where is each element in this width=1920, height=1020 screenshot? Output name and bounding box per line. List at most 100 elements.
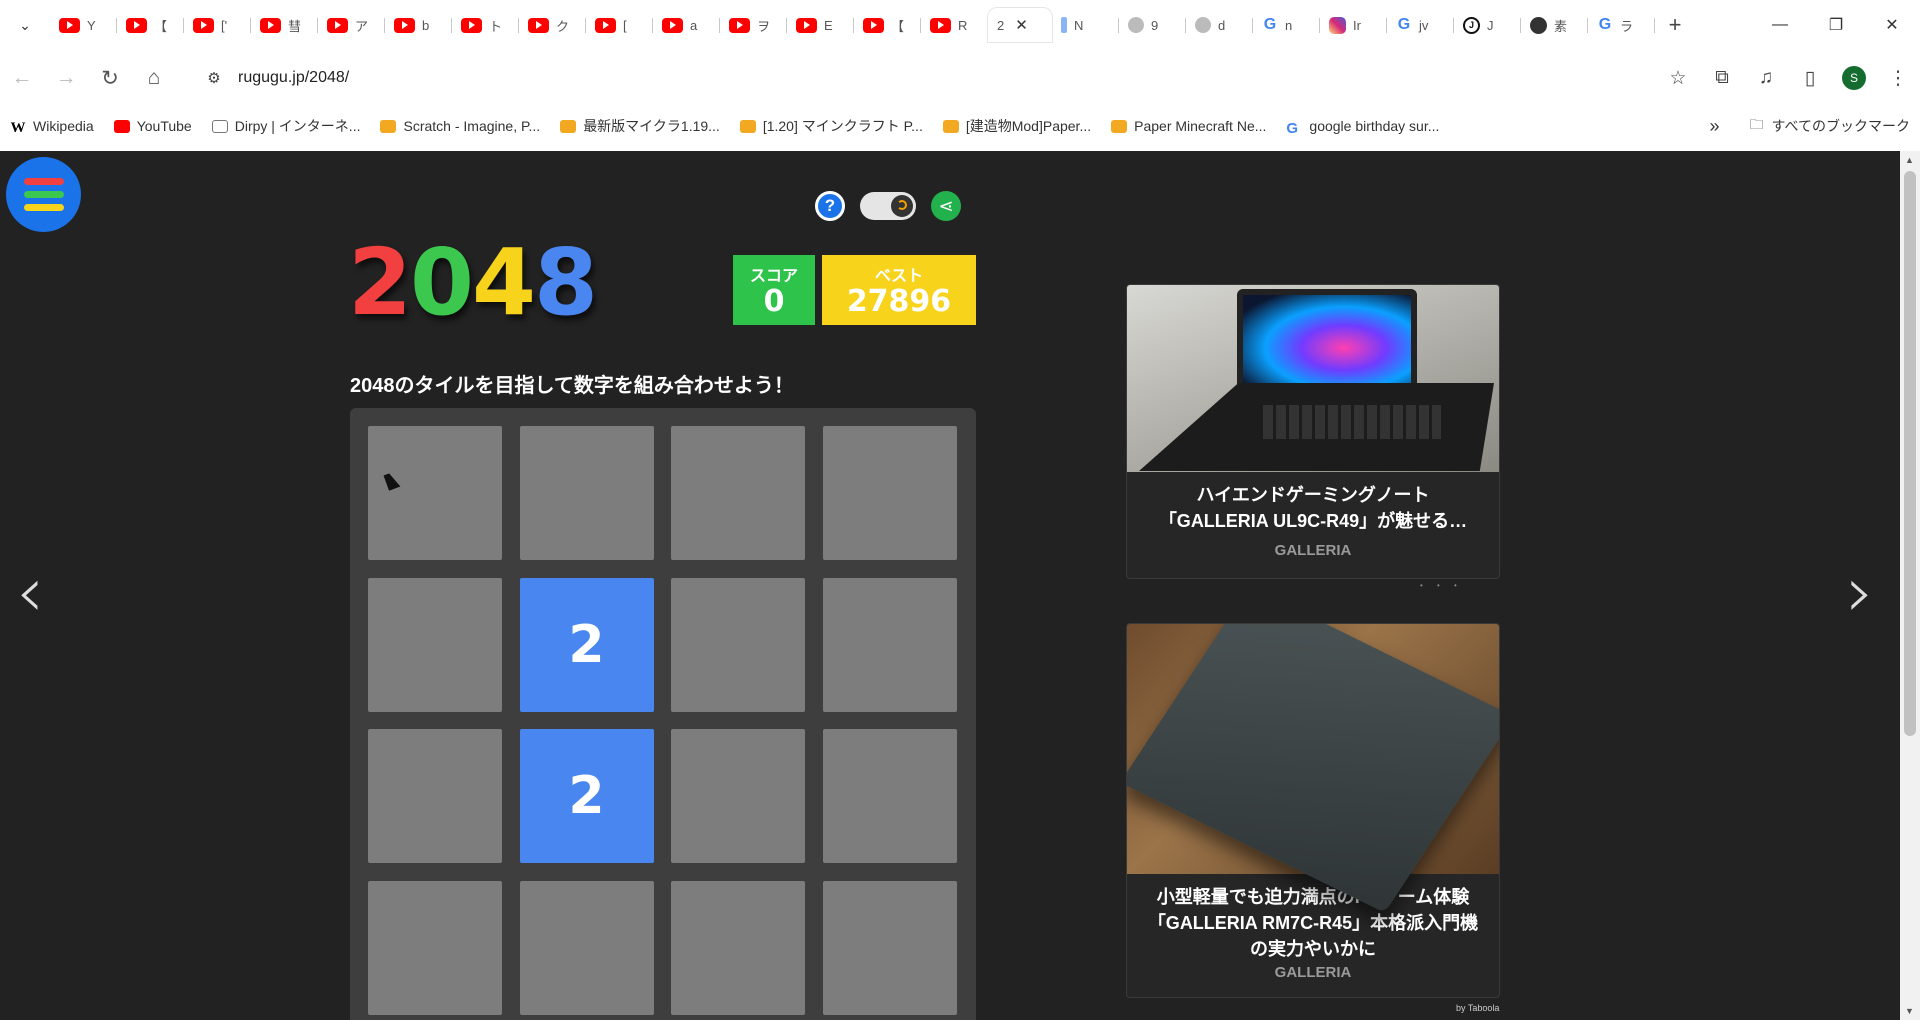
browser-tab[interactable]: d <box>1186 8 1253 42</box>
forward-icon[interactable]: → <box>44 58 88 98</box>
extensions-icon[interactable]: ⧉ <box>1700 67 1744 89</box>
close-tab-icon[interactable]: ✕ <box>1015 16 1028 34</box>
bookmark-item[interactable]: [建造物Mod]Paper... <box>933 116 1101 136</box>
empty-cell <box>368 577 502 712</box>
tile-2: 2 <box>519 729 654 863</box>
browser-tab[interactable]: [' <box>184 8 251 42</box>
bookmark-item[interactable]: [1.20] マインクラフト P... <box>730 116 933 136</box>
youtube-icon <box>729 17 750 33</box>
ad-dots: • • • <box>1420 581 1463 590</box>
bookmark-label: [1.20] マインクラフト P... <box>762 118 923 134</box>
close-window-icon[interactable]: ✕ <box>1864 0 1920 50</box>
side-panel-icon[interactable]: ▯ <box>1788 67 1832 90</box>
logo-digit: 8 <box>534 229 598 336</box>
browser-tab[interactable]: 【 <box>117 8 184 42</box>
youtube-icon <box>260 17 281 33</box>
new-tab-button[interactable]: + <box>1655 8 1695 42</box>
share-icon[interactable]: ⋖ <box>931 191 961 221</box>
scrollbar-thumb[interactable] <box>1904 171 1916 736</box>
laptop-screen <box>1237 289 1417 389</box>
bookmarks-more-button[interactable]: » <box>1710 116 1720 137</box>
browser-tab[interactable]: 彗 <box>251 8 318 42</box>
avatar[interactable]: S <box>1842 66 1866 90</box>
menu-dots-icon[interactable]: ⋮ <box>1876 67 1920 90</box>
scroll-down-icon[interactable]: ▼ <box>1905 1006 1914 1016</box>
youtube-icon <box>126 17 147 33</box>
youtube-icon <box>327 17 348 33</box>
browser-tab[interactable]: 9 <box>1119 8 1186 42</box>
reload-icon[interactable]: ↻ <box>88 58 132 98</box>
bookmark-item[interactable]: W Wikipedia <box>0 118 104 134</box>
bookmark-item[interactable]: Scratch - Imagine, P... <box>370 118 550 134</box>
taboola-attribution[interactable]: by Taboola <box>1456 1003 1499 1013</box>
next-arrow[interactable]: › <box>1846 551 1874 633</box>
scroll-up-icon[interactable]: ▲ <box>1905 155 1914 165</box>
media-icon[interactable]: ♫ <box>1744 67 1788 89</box>
bookmark-item[interactable]: Ggoogle birthday sur... <box>1276 118 1449 134</box>
menu-bar-green <box>23 191 64 198</box>
bookmark-favicon-icon <box>211 119 228 133</box>
browser-tab[interactable]: JJ <box>1454 8 1521 42</box>
home-icon[interactable]: ⌂ <box>132 58 176 98</box>
browser-tab[interactable]: E <box>787 8 854 42</box>
best-value: 27896 <box>846 284 952 320</box>
browser-tab[interactable]: Gラ <box>1588 8 1655 42</box>
menu-button[interactable] <box>6 157 81 232</box>
bookmark-item[interactable]: YouTube <box>104 118 202 134</box>
tab-title: Y <box>87 17 96 33</box>
browser-tab[interactable]: Y <box>50 8 117 42</box>
tab-title: 彗 <box>288 18 302 34</box>
bookmark-star-icon[interactable]: ☆ <box>1656 67 1700 90</box>
browser-tab[interactable]: R <box>921 8 988 42</box>
browser-tab[interactable]: Ir <box>1320 8 1387 42</box>
prev-arrow[interactable]: ‹ <box>16 551 44 633</box>
bookmark-favicon-icon: W <box>10 119 26 135</box>
blue-tab-icon <box>1061 17 1067 33</box>
dark-mode-toggle[interactable] <box>860 192 916 220</box>
url-text[interactable]: rugugu.jp/2048/ <box>238 69 349 87</box>
browser-tab[interactable]: Gjv <box>1387 8 1454 42</box>
scrollbar[interactable]: ▲ ▼ <box>1900 151 1920 1020</box>
help-icon[interactable]: ? <box>815 191 845 221</box>
browser-tab[interactable]: Gn <box>1253 8 1320 42</box>
all-bookmarks-button[interactable]: 🗀 すべてのブックマーク <box>1750 114 1910 138</box>
browser-tab[interactable]: 2 ✕ <box>988 8 1052 42</box>
ad-title[interactable]: 小型軽量でも迫力満点のPCゲーム体験 「GALLERIA RM7C-R45」本格… <box>1127 874 1499 962</box>
browser-tab[interactable]: a <box>653 8 720 42</box>
bookmark-item[interactable]: Paper Minecraft Ne... <box>1101 118 1276 134</box>
browser-tab[interactable]: b <box>385 8 452 42</box>
address-bar[interactable]: ⚙ rugugu.jp/2048/ <box>196 60 1596 96</box>
ad-title[interactable]: ハイエンドゲーミングノート 「GALLERIA UL9C-R49」が魅せる… <box>1127 472 1499 534</box>
tab-search-button[interactable]: ⌄ <box>0 0 50 50</box>
ad-card[interactable]: ハイエンドゲーミングノート 「GALLERIA UL9C-R49」が魅せる… G… <box>1126 284 1500 579</box>
browser-tab[interactable]: N <box>1052 8 1119 42</box>
instagram-icon <box>1329 16 1346 34</box>
browser-tab[interactable]: ヲ <box>720 8 787 42</box>
bookmark-item[interactable]: Dirpy | インターネ... <box>202 116 371 136</box>
game-board[interactable]: 22 <box>350 408 976 1020</box>
tab-title: [' <box>221 17 228 33</box>
ad-image-gaming-laptop[interactable] <box>1127 285 1499 472</box>
tab-title: 【 <box>891 18 905 34</box>
google-icon: G <box>1598 16 1612 33</box>
browser-tab[interactable]: ク <box>519 8 586 42</box>
empty-cell <box>671 880 805 1015</box>
browser-tab[interactable]: [ <box>586 8 653 42</box>
menu-bar-red <box>23 178 64 185</box>
best-label: ベスト <box>874 268 924 286</box>
empty-cell <box>822 426 957 560</box>
back-icon[interactable]: ← <box>0 58 44 98</box>
empty-cell <box>368 880 502 1015</box>
browser-tab[interactable]: 【 <box>854 8 921 42</box>
browser-tab[interactable]: ト <box>452 8 519 42</box>
minimize-icon[interactable]: — <box>1752 0 1808 50</box>
empty-cell <box>519 426 654 560</box>
restore-icon[interactable]: ❐ <box>1808 0 1864 50</box>
bookmark-item[interactable]: 最新版マイクラ1.19... <box>550 116 730 136</box>
ad-image-closed-laptop[interactable] <box>1127 624 1499 913</box>
browser-tab[interactable]: 素 <box>1521 8 1588 42</box>
closed-laptop <box>1127 624 1499 913</box>
site-info-icon[interactable]: ⚙ <box>196 69 232 87</box>
browser-tab[interactable]: ア <box>318 8 385 42</box>
ad-card[interactable]: 小型軽量でも迫力満点のPCゲーム体験 「GALLERIA RM7C-R45」本格… <box>1126 623 1500 998</box>
